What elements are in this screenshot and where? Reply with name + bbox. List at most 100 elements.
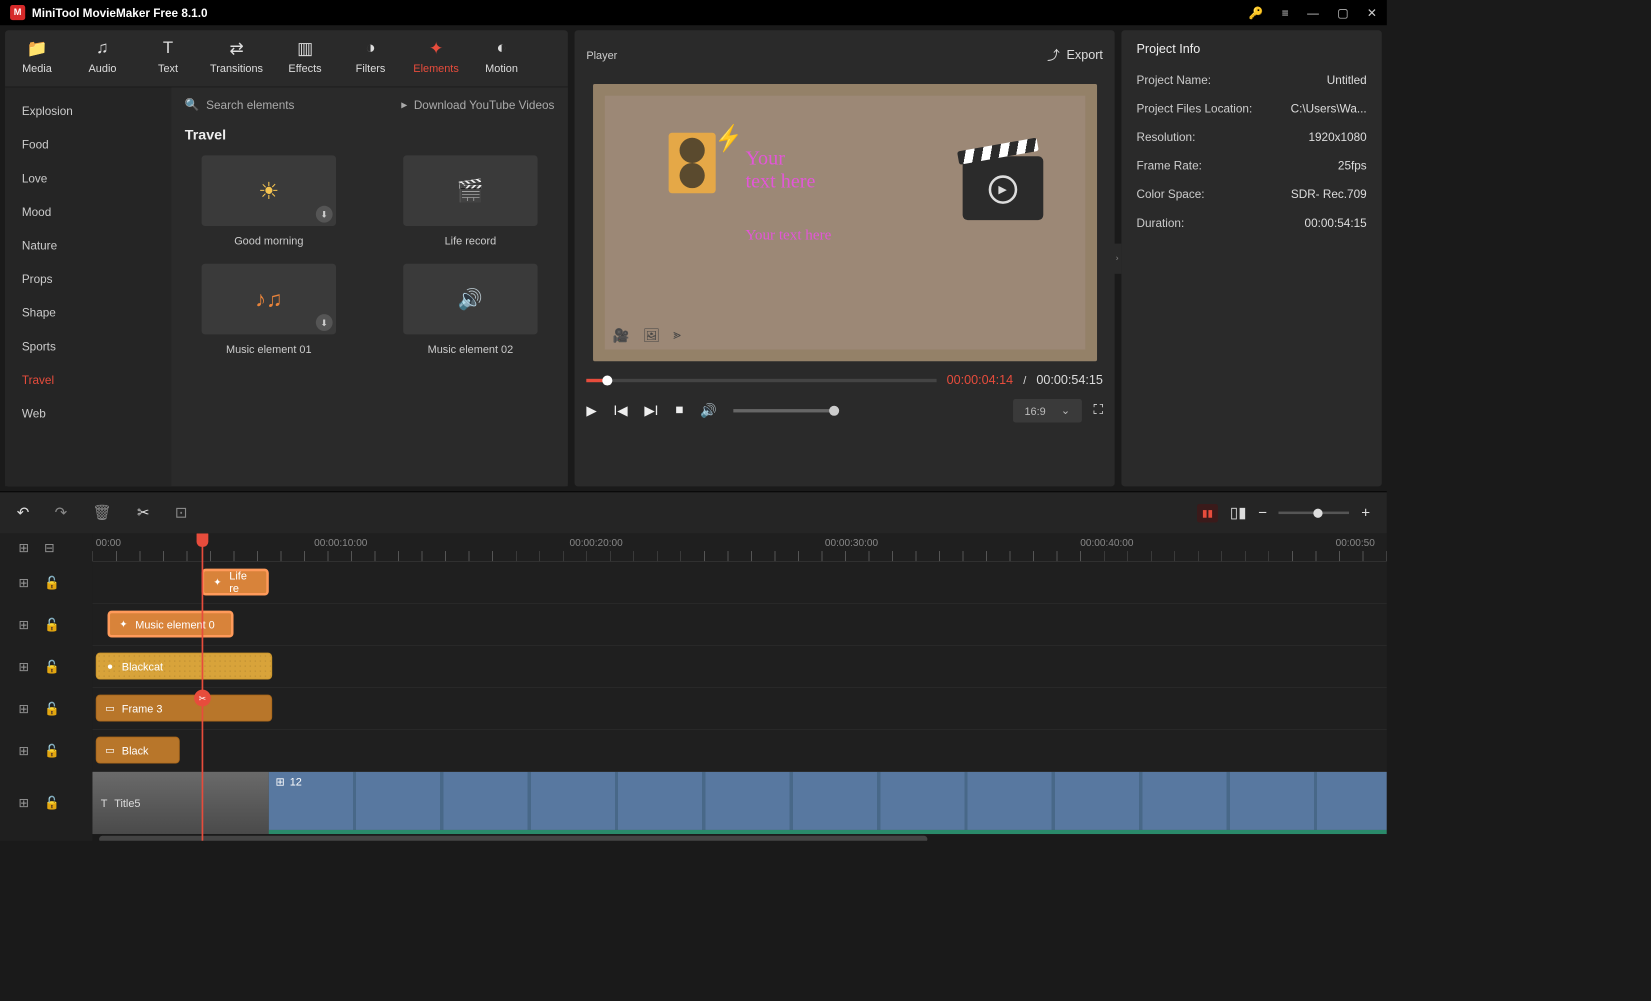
tab-transitions[interactable]: ⇄Transitions (210, 39, 263, 75)
tab-motion[interactable]: ◐Motion (478, 39, 525, 75)
category-list[interactable]: Explosion Food Love Mood Nature Props Sh… (5, 87, 171, 486)
play-button[interactable]: ▶ (586, 402, 596, 419)
maximize-icon[interactable]: ▢ (1337, 5, 1348, 19)
add-track-icon[interactable]: ⊞ (18, 540, 29, 555)
snap-button[interactable]: ▯▮ (1230, 504, 1247, 522)
section-title: Travel (185, 127, 555, 144)
menu-icon[interactable]: ≡ (1282, 6, 1289, 19)
unlock-icon[interactable]: 🔓 (44, 701, 60, 716)
youtube-icon: ▸ (401, 97, 407, 111)
timeline-toolbar: ↶ ↷ 🗑 ✂ ⊡ ▮▮ ▯▮ − + (0, 491, 1387, 533)
playback-progress[interactable] (586, 378, 936, 381)
tab-filters[interactable]: ◑Filters (347, 39, 394, 75)
clip-life-record[interactable]: ✦Life re (202, 569, 269, 596)
track-head-4: ⊞🔓 (0, 688, 92, 730)
filters-icon: ◑ (365, 39, 375, 57)
clip-blackcat[interactable]: ●Blackcat (96, 653, 272, 680)
category-props[interactable]: Props (5, 262, 171, 296)
next-frame-button[interactable]: ▶I (644, 402, 658, 419)
close-icon[interactable]: ✕ (1367, 5, 1377, 19)
preview-text-1: Your text here (746, 148, 816, 193)
undo-button[interactable]: ↶ (17, 504, 30, 522)
key-icon[interactable]: 🔑 (1249, 5, 1264, 19)
prev-frame-button[interactable]: I◀ (613, 402, 627, 419)
element-music-01[interactable]: ♪♫⬇ Music element 01 (185, 264, 353, 356)
download-icon[interactable]: ⬇ (316, 314, 333, 331)
timeline-scrollbar[interactable] (92, 834, 1386, 841)
track-head-2: ⊞🔓 (0, 604, 92, 646)
track-head-5: ⊞🔓 (0, 730, 92, 772)
category-sports[interactable]: Sports (5, 329, 171, 363)
track-area[interactable]: 00:00 00:00:10:00 00:00:20:00 00:00:30:0… (92, 533, 1386, 840)
category-love[interactable]: Love (5, 161, 171, 195)
tab-media[interactable]: 📁Media (13, 39, 60, 75)
preview-viewport[interactable]: ⚡ Your text here Your text here ▶ 🎥 🖼 ⪢ (593, 84, 1097, 361)
tab-audio[interactable]: ♫Audio (79, 39, 126, 75)
search-placeholder: Search elements (206, 98, 294, 111)
video-icon: ⊞ (18, 743, 29, 758)
redo-button[interactable]: ↷ (55, 504, 68, 522)
auto-fit-button[interactable]: ▮▮ (1197, 504, 1218, 522)
clip-frame3[interactable]: ▭Frame 3 (96, 695, 272, 722)
clip-music-element[interactable]: ✦Music element 0 (108, 611, 234, 638)
crop-button[interactable]: ⊡ (175, 504, 188, 522)
clip-black[interactable]: ▭Black (96, 737, 180, 764)
player-label: Player (586, 48, 617, 61)
split-indicator-icon: ✂ (194, 690, 211, 707)
element-music-02[interactable]: 🔊 Music element 02 (386, 264, 554, 356)
time-ruler[interactable]: 00:00 00:00:10:00 00:00:20:00 00:00:30:0… (92, 533, 1386, 562)
info-title: Project Info (1137, 42, 1367, 56)
clip-video-12[interactable]: ⊞12 (269, 772, 1387, 834)
unlock-icon[interactable]: 🔓 (44, 575, 60, 590)
zoom-in-button[interactable]: + (1361, 504, 1370, 522)
volume-slider[interactable] (734, 409, 835, 412)
tab-elements[interactable]: ✦Elements (413, 39, 460, 75)
category-shape[interactable]: Shape (5, 296, 171, 330)
clip-title5[interactable]: TTitle5 (92, 772, 268, 834)
playhead[interactable]: ✂ (202, 533, 204, 840)
camera-icon[interactable]: 🎥 (613, 328, 630, 345)
split-button[interactable]: ✂ (137, 504, 150, 522)
category-travel[interactable]: Travel (5, 363, 171, 397)
fullscreen-button[interactable]: ⛶ (1094, 403, 1103, 418)
volume-icon[interactable]: 🔊 (700, 402, 717, 419)
collapse-info-button[interactable]: › (1113, 243, 1121, 273)
video-track[interactable]: TTitle5 ⊞12 (92, 772, 1386, 834)
search-input[interactable]: 🔍 Search elements (185, 97, 295, 111)
frame-icon: ▭ (103, 743, 116, 756)
minimize-icon[interactable]: — (1307, 6, 1319, 19)
category-explosion[interactable]: Explosion (5, 94, 171, 128)
delete-button[interactable]: 🗑 (93, 504, 112, 522)
aspect-ratio-select[interactable]: 16:9 ⌄ (1013, 399, 1082, 423)
category-nature[interactable]: Nature (5, 228, 171, 262)
star-icon: ✦ (211, 575, 224, 588)
star-icon: ✦ (117, 617, 130, 630)
titlebar: M MiniTool MovieMaker Free 8.1.0 🔑 ≡ — ▢… (0, 0, 1387, 25)
unlock-icon[interactable]: 🔓 (44, 617, 60, 632)
stop-button[interactable]: ■ (675, 403, 683, 418)
category-web[interactable]: Web (5, 396, 171, 430)
element-good-morning[interactable]: ☀⬇ Good morning (185, 155, 353, 247)
unlock-icon[interactable]: 🔓 (44, 659, 60, 674)
download-youtube-link[interactable]: ▸ Download YouTube Videos (401, 97, 554, 111)
zoom-slider[interactable] (1279, 512, 1350, 515)
app-title: MiniTool MovieMaker Free 8.1.0 (32, 6, 208, 19)
text-icon: T (163, 39, 173, 57)
export-button[interactable]: ⤴ Export (1047, 46, 1103, 64)
collapse-tracks-icon[interactable]: ⊟ (44, 540, 55, 555)
image-icon[interactable]: 🖼 (643, 328, 660, 345)
unlock-icon[interactable]: 🔓 (44, 743, 60, 758)
category-food[interactable]: Food (5, 128, 171, 162)
video-icon: ⊞ (18, 617, 29, 632)
elements-icon: ✦ (429, 39, 443, 57)
tab-text[interactable]: TText (144, 39, 191, 75)
zoom-out-button[interactable]: − (1258, 504, 1267, 522)
unlock-icon[interactable]: 🔓 (44, 795, 60, 810)
download-icon[interactable]: ⬇ (316, 206, 333, 223)
share-icon[interactable]: ⪢ (673, 328, 681, 345)
element-life-record[interactable]: 🎬 Life record (386, 155, 554, 247)
category-mood[interactable]: Mood (5, 195, 171, 229)
tab-effects[interactable]: ▥Effects (281, 39, 328, 75)
effects-icon: ▥ (297, 39, 313, 57)
search-icon: 🔍 (185, 97, 200, 111)
